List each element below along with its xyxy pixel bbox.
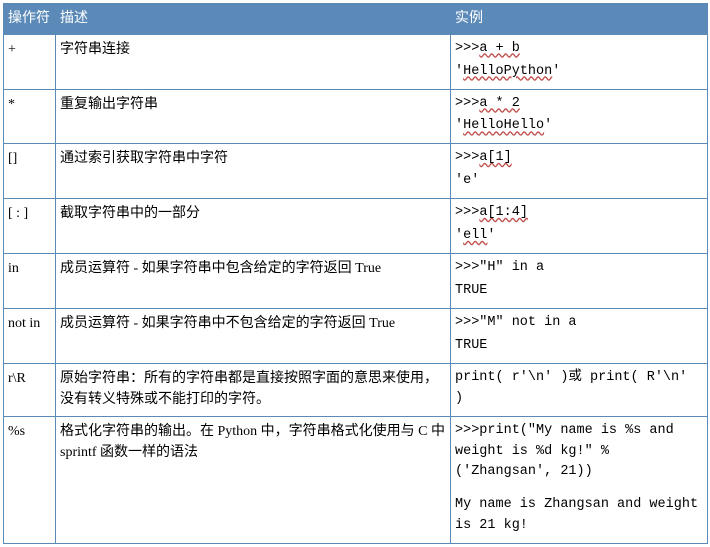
ex-code: a * 2 xyxy=(479,96,520,111)
ex-quote: ' xyxy=(544,118,552,133)
description-cell: 成员运算符 - 如果字符串中不包含给定的字符返回 True xyxy=(56,308,451,363)
table-row: [ : ] 截取字符串中的一部分 >>>a[1:4] 'ell' xyxy=(4,199,708,254)
ex-line: >>>"H" in a xyxy=(455,258,703,279)
operator-cell: * xyxy=(4,89,56,144)
ex-result: HelloHello xyxy=(463,118,544,133)
ex-result: ell xyxy=(463,228,487,243)
ex-code: a + b xyxy=(479,41,520,56)
description-cell: 字符串连接 xyxy=(56,34,451,89)
table-row: [] 通过索引获取字符串中字符 >>>a[1] 'e' xyxy=(4,144,708,199)
description-cell: 重复输出字符串 xyxy=(56,89,451,144)
description-cell: 截取字符串中的一部分 xyxy=(56,199,451,254)
operator-cell: r\R xyxy=(4,363,56,416)
ex-result: 'e' xyxy=(455,173,479,188)
table-row: in 成员运算符 - 如果字符串中包含给定的字符返回 True >>>"H" i… xyxy=(4,254,708,309)
ex-result: TRUE xyxy=(455,281,703,302)
operator-cell: in xyxy=(4,254,56,309)
example-cell: >>>"H" in a TRUE xyxy=(451,254,708,309)
example-cell: >>>a[1] 'e' xyxy=(451,144,708,199)
example-cell: >>>"M" not in a TRUE xyxy=(451,308,708,363)
ex-prompt: >>> xyxy=(455,41,479,56)
ex-prompt: >>> xyxy=(455,150,479,165)
operator-cell: + xyxy=(4,34,56,89)
description-cell: 通过索引获取字符串中字符 xyxy=(56,144,451,199)
description-cell: 成员运算符 - 如果字符串中包含给定的字符返回 True xyxy=(56,254,451,309)
ex-quote: ' xyxy=(455,118,463,133)
example-cell: print( r'\n' )或 print( R'\n' ) xyxy=(451,363,708,416)
example-cell: >>>a * 2 'HelloHello' xyxy=(451,89,708,144)
ex-line: >>>"M" not in a xyxy=(455,313,703,334)
ex-prompt: >>> xyxy=(455,96,479,111)
header-description: 描述 xyxy=(56,4,451,35)
ex-result: HelloPython xyxy=(463,64,552,79)
example-cell: >>>a[1:4] 'ell' xyxy=(451,199,708,254)
description-cell: 格式化字符串的输出。在 Python 中，字符串格式化使用与 C 中 sprin… xyxy=(56,416,451,544)
ex-quote: ' xyxy=(552,64,560,79)
header-operator: 操作符 xyxy=(4,4,56,35)
ex-quote: ' xyxy=(455,228,463,243)
ex-code: a[1:4] xyxy=(479,205,528,220)
header-row: 操作符 描述 实例 xyxy=(4,4,708,35)
ex-result: My name is Zhangsan and weight is 21 kg! xyxy=(455,495,703,537)
ex-line: >>>print("My name is %s and weight is %d… xyxy=(455,421,703,484)
ex-result: TRUE xyxy=(455,336,703,357)
ex-line: print( r'\n' )或 print( R'\n' ) xyxy=(455,368,703,410)
operator-cell: [ : ] xyxy=(4,199,56,254)
operator-cell: not in xyxy=(4,308,56,363)
operator-cell: %s xyxy=(4,416,56,544)
table-row: + 字符串连接 >>>a + b 'HelloPython' xyxy=(4,34,708,89)
header-example: 实例 xyxy=(451,4,708,35)
operator-cell: [] xyxy=(4,144,56,199)
ex-quote: ' xyxy=(487,228,495,243)
table-row: r\R 原始字符串：所有的字符串都是直接按照字面的意思来使用，没有转义特殊或不能… xyxy=(4,363,708,416)
example-cell: >>>print("My name is %s and weight is %d… xyxy=(451,416,708,544)
table-row: not in 成员运算符 - 如果字符串中不包含给定的字符返回 True >>>… xyxy=(4,308,708,363)
ex-prompt: >>> xyxy=(455,205,479,220)
example-cell: >>>a + b 'HelloPython' xyxy=(451,34,708,89)
ex-code: a[1] xyxy=(479,150,511,165)
table-row: %s 格式化字符串的输出。在 Python 中，字符串格式化使用与 C 中 sp… xyxy=(4,416,708,544)
ex-quote: ' xyxy=(455,64,463,79)
operators-table: 操作符 描述 实例 + 字符串连接 >>>a + b 'HelloPython'… xyxy=(3,3,708,544)
table-row: * 重复输出字符串 >>>a * 2 'HelloHello' xyxy=(4,89,708,144)
description-cell: 原始字符串：所有的字符串都是直接按照字面的意思来使用，没有转义特殊或不能打印的字… xyxy=(56,363,451,416)
